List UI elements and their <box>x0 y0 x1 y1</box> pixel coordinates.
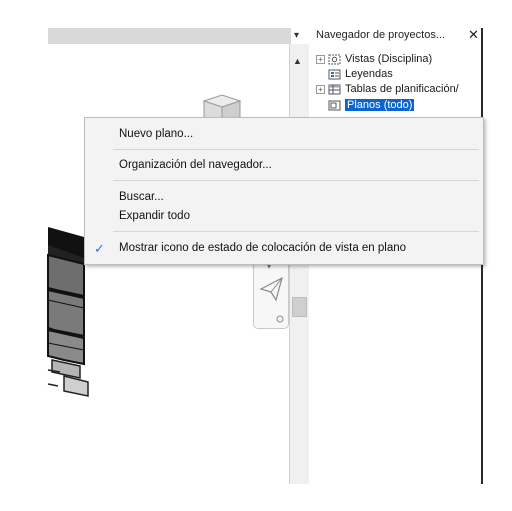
tree-item-leyendas[interactable]: Leyendas <box>328 67 393 81</box>
scrollbar-thumb[interactable] <box>292 297 307 317</box>
views-icon <box>328 54 341 64</box>
close-icon[interactable]: ✕ <box>468 27 479 43</box>
send-icon[interactable]: ▾ <box>254 256 288 328</box>
tree-item-planos[interactable]: Planos (todo) <box>328 98 415 112</box>
expand-icon[interactable]: + <box>316 54 325 64</box>
tree-item-label: Leyendas <box>345 68 393 80</box>
menu-item-mostrar-icono[interactable]: Mostrar icono de estado de colocación de… <box>119 242 406 254</box>
menu-item-nuevo-plano[interactable]: Nuevo plano... <box>119 128 193 140</box>
scroll-up-icon[interactable]: ▲ <box>293 56 302 66</box>
tree-item-label-selected: Planos (todo) <box>345 99 415 111</box>
legend-icon <box>328 69 341 79</box>
menu-separator <box>113 180 479 181</box>
expand-icon[interactable]: + <box>316 84 325 94</box>
menu-item-organizacion[interactable]: Organización del navegador... <box>119 159 272 171</box>
view-header-bar <box>48 28 291 44</box>
menu-item-buscar[interactable]: Buscar... <box>119 191 164 203</box>
checkmark-icon: ✓ <box>94 241 105 256</box>
sheet-icon <box>328 100 341 110</box>
menu-separator <box>113 149 479 150</box>
menu-item-expandir-todo[interactable]: Expandir todo <box>119 210 190 222</box>
tree-item-vistas[interactable]: + Vistas (Disciplina) <box>316 52 432 66</box>
tree-item-label: Vistas (Disciplina) <box>345 53 433 65</box>
navigation-bar[interactable]: ▾ <box>253 255 289 329</box>
model-panel-2 <box>47 288 85 338</box>
context-menu: Nuevo plano... Organización del navegado… <box>84 117 484 265</box>
model-base-2 <box>63 375 89 397</box>
tree-item-label: Tablas de planificación/ <box>345 83 459 95</box>
dropdown-icon[interactable]: ▾ <box>294 30 299 41</box>
tree-item-tablas[interactable]: + Tablas de planificación/ <box>316 82 459 96</box>
menu-separator <box>113 231 479 232</box>
schedule-icon <box>328 84 341 94</box>
project-browser-title: Navegador de proyectos... <box>316 29 446 41</box>
